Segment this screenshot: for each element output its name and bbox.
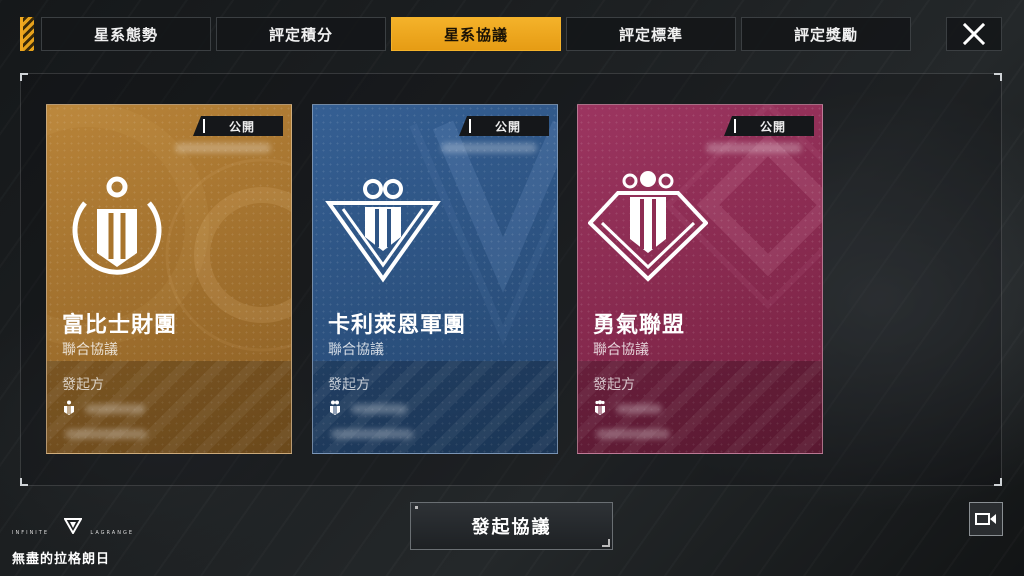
tab-bar-accent-line [20, 17, 23, 51]
chevron-emblem-icon [325, 179, 441, 283]
redacted-text [351, 404, 407, 414]
button-decoration [415, 506, 418, 509]
public-badge: 公開 [459, 116, 549, 136]
agreement-card-forbes[interactable]: 公開 富比士財團 聯合協議 發起方 [46, 104, 292, 454]
agreement-type: 聯合協議 [62, 342, 118, 358]
initiator-faction-icon [595, 400, 605, 415]
close-button[interactable] [946, 17, 1002, 51]
public-badge: 公開 [724, 116, 814, 136]
agreement-type: 聯合協議 [593, 342, 649, 358]
redacted-text [441, 143, 537, 153]
agreement-card-courage[interactable]: 公開 勇氣聯盟 聯合協議 發起方 [577, 104, 823, 454]
faction-name: 卡利萊恩軍團 [328, 313, 467, 338]
tab-bar: 星系態勢 評定積分 星系協議 評定標準 評定獎勵 [0, 0, 1024, 62]
redacted-text [85, 404, 145, 414]
initiator-label: 發起方 [328, 377, 370, 393]
redacted-text [331, 429, 413, 439]
initiator-label: 發起方 [62, 377, 104, 393]
tab-rating-rewards[interactable]: 評定獎勵 [741, 17, 911, 51]
redacted-text [616, 404, 662, 414]
redacted-text [596, 429, 670, 439]
initiator-faction-icon [64, 400, 74, 415]
close-icon [962, 22, 986, 46]
logo-subtitle: INFINITE LAGRANGE [12, 530, 134, 536]
redacted-text [175, 143, 271, 153]
button-corner-decoration [602, 539, 610, 547]
record-button[interactable] [969, 502, 1003, 536]
tab-galaxy-agreement[interactable]: 星系協議 [391, 17, 561, 51]
panel-corner [994, 478, 1002, 486]
panel-corner [994, 73, 1002, 81]
diamond-emblem-icon [588, 171, 708, 282]
redacted-text [706, 143, 802, 153]
initiate-agreement-label: 發起協議 [471, 517, 552, 538]
video-camera-icon [975, 513, 996, 525]
agreement-type: 聯合協議 [328, 342, 384, 358]
tab-rating-points[interactable]: 評定積分 [216, 17, 386, 51]
agreement-card-carlyle[interactable]: 公開 卡利萊恩軍團 聯合協議 發起方 [312, 104, 558, 454]
faction-name: 富比士財團 [62, 313, 178, 338]
tab-galaxy-situation[interactable]: 星系態勢 [41, 17, 211, 51]
initiator-label: 發起方 [593, 377, 635, 393]
redacted-text [65, 429, 147, 439]
logo-title: 無盡的拉格朗日 [12, 552, 111, 567]
panel-corner [20, 73, 28, 81]
panel-corner [20, 478, 28, 486]
game-logo: INFINITE LAGRANGE 無盡的拉格朗日 [12, 518, 134, 568]
initiator-faction-icon [330, 400, 340, 415]
faction-name: 勇氣聯盟 [593, 313, 686, 338]
shield-ring-emblem-icon [72, 176, 162, 275]
tab-rating-criteria[interactable]: 評定標準 [566, 17, 736, 51]
public-badge: 公開 [193, 116, 283, 136]
initiate-agreement-button[interactable]: 發起協議 [410, 502, 613, 550]
